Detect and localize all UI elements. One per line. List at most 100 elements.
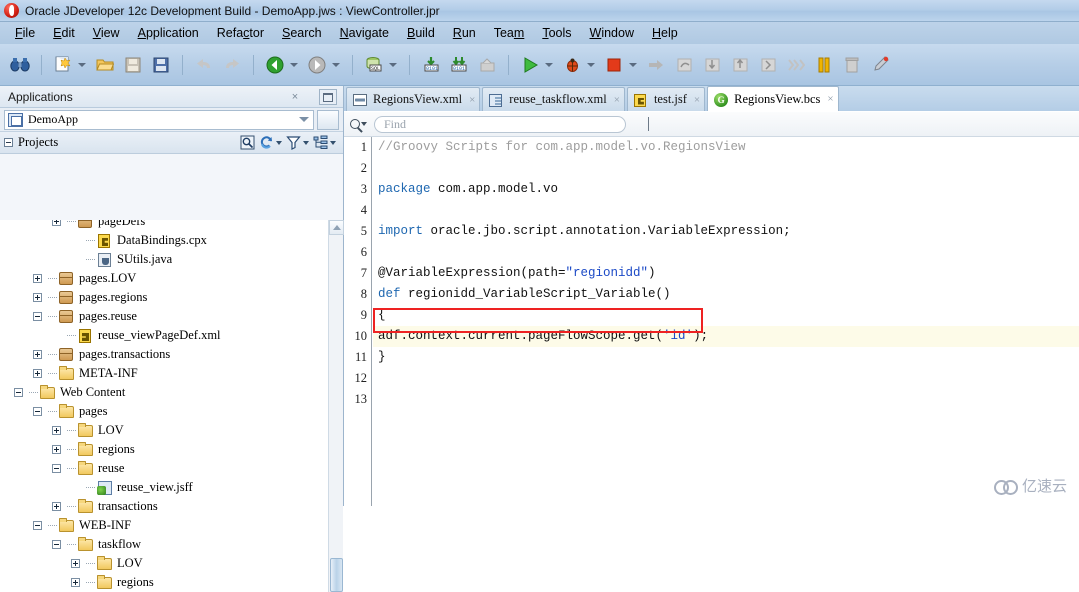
tree-item[interactable]: pages.regions <box>0 288 328 307</box>
save-all-icon[interactable] <box>150 54 172 76</box>
hierarchy-dropdown-icon[interactable] <box>329 134 337 151</box>
code-line[interactable]: { <box>373 305 1079 326</box>
collapse-icon[interactable] <box>52 464 61 473</box>
code-line[interactable]: import oracle.jbo.script.annotation.Vari… <box>373 221 1079 242</box>
search-projects-icon[interactable] <box>239 134 256 151</box>
tree-scrollbar[interactable] <box>328 220 344 592</box>
code-editor[interactable]: 1 2 3 4 5 6 7 8 9 10 11 12 13 //Groovy Scripts for c… <box>344 137 1079 506</box>
search-binoculars-icon[interactable] <box>9 54 31 76</box>
minimize-icon[interactable] <box>319 89 337 105</box>
tree-item[interactable]: regions <box>0 440 328 459</box>
new-file-icon[interactable] <box>52 54 74 76</box>
menu-item-window[interactable]: Window <box>581 24 643 42</box>
editor-tab-regionsview-xml[interactable]: RegionsView.xml × <box>346 87 481 111</box>
menu-item-tools[interactable]: Tools <box>533 24 580 42</box>
tree-item[interactable]: LOV <box>0 554 328 573</box>
save-icon[interactable] <box>122 54 144 76</box>
search-input[interactable]: Find <box>374 115 626 133</box>
collapse-icon[interactable] <box>33 407 42 416</box>
expand-icon[interactable] <box>52 445 61 454</box>
open-folder-icon[interactable] <box>94 54 116 76</box>
expand-icon[interactable] <box>52 426 61 435</box>
editor-tab-reuse-taskflow-xml[interactable]: reuse_taskflow.xml × <box>482 87 625 111</box>
pause-icon[interactable] <box>813 54 835 76</box>
menu-item-view[interactable]: View <box>84 24 129 42</box>
tree-item[interactable]: Web Content <box>0 383 328 402</box>
tree-item[interactable]: DataBindings.cpx <box>0 231 328 250</box>
code-line[interactable] <box>373 389 1079 410</box>
expand-icon[interactable] <box>52 502 61 511</box>
debug-dropdown-icon[interactable] <box>586 54 595 76</box>
collapse-icon[interactable] <box>33 312 42 321</box>
editor-tab-test-jsf[interactable]: test.jsf × <box>626 87 706 111</box>
expand-icon[interactable] <box>33 274 42 283</box>
tree-item[interactable]: transactions <box>0 497 328 516</box>
search-icon[interactable] <box>350 115 374 134</box>
close-icon[interactable]: × <box>694 94 700 106</box>
tree-item[interactable]: SUtils.java <box>0 250 328 269</box>
code-line[interactable] <box>373 200 1079 221</box>
tree-item[interactable]: WEB-INF <box>0 516 328 535</box>
navigate-forward-dropdown-icon[interactable] <box>331 54 340 76</box>
collapse-icon[interactable] <box>14 388 23 397</box>
show-hierarchy-icon[interactable] <box>312 134 329 151</box>
new-file-dropdown-icon[interactable] <box>77 54 86 76</box>
expand-icon[interactable] <box>33 350 42 359</box>
tree-item[interactable]: reuse <box>0 459 328 478</box>
projects-header[interactable]: Projects <box>0 132 343 154</box>
menu-item-application[interactable]: Application <box>129 24 208 42</box>
panel-menu-icon[interactable] <box>317 109 339 130</box>
code-lines[interactable]: //Groovy Scripts for com.app.model.vo.Re… <box>373 137 1079 506</box>
collapse-icon[interactable] <box>4 138 13 147</box>
filter-dropdown-icon[interactable] <box>302 134 310 151</box>
collapse-icon[interactable] <box>33 521 42 530</box>
tree-item[interactable]: regions <box>0 573 328 592</box>
tree-item[interactable]: META-INF <box>0 364 328 383</box>
menu-item-team[interactable]: Team <box>485 24 534 42</box>
refresh-icon[interactable] <box>258 134 275 151</box>
menu-item-search[interactable]: Search <box>273 24 331 42</box>
scroll-up-icon[interactable] <box>329 220 344 235</box>
close-icon[interactable]: × <box>287 89 303 105</box>
stop-dropdown-icon[interactable] <box>628 54 637 76</box>
code-line[interactable]: } <box>373 347 1079 368</box>
expand-icon[interactable] <box>52 220 61 226</box>
code-line[interactable] <box>373 242 1079 263</box>
menu-item-help[interactable]: Help <box>643 24 687 42</box>
close-icon[interactable]: × <box>614 94 620 106</box>
tree-item[interactable]: pages.transactions <box>0 345 328 364</box>
navigate-forward-icon[interactable] <box>306 54 328 76</box>
scroll-thumb[interactable] <box>330 558 343 592</box>
menu-item-navigate[interactable]: Navigate <box>331 24 398 42</box>
menu-item-file[interactable]: File <box>6 24 44 42</box>
chevron-down-icon[interactable] <box>299 116 309 122</box>
sql-worksheet-icon[interactable]: SQL <box>363 54 385 76</box>
rebuild-icon[interactable]: 0101 <box>448 54 470 76</box>
code-line[interactable] <box>373 158 1079 179</box>
debug-icon[interactable] <box>561 54 583 76</box>
application-combo[interactable]: DemoApp <box>4 109 314 130</box>
tree-item[interactable]: taskflow <box>0 535 328 554</box>
editor-tab-regionsview-bcs[interactable]: RegionsView.bcs × <box>707 86 839 111</box>
code-line[interactable]: adf.context.current.pageFlowScope.get('i… <box>373 326 1079 347</box>
refresh-dropdown-icon[interactable] <box>275 134 283 151</box>
stop-icon[interactable] <box>603 54 625 76</box>
run-dropdown-icon[interactable] <box>544 54 553 76</box>
expand-icon[interactable] <box>71 559 80 568</box>
tree-item[interactable]: pageDefs <box>0 220 328 231</box>
code-line[interactable]: //Groovy Scripts for com.app.model.vo.Re… <box>373 137 1079 158</box>
expand-icon[interactable] <box>33 369 42 378</box>
menu-item-edit[interactable]: Edit <box>44 24 84 42</box>
menu-item-refactor[interactable]: Refactor <box>208 24 273 42</box>
code-line[interactable]: package com.app.model.vo <box>373 179 1079 200</box>
profiler-icon[interactable] <box>869 54 891 76</box>
project-tree[interactable]: pageDefs DataBindings.cpx SUtils.java pages… <box>0 220 328 592</box>
make-icon[interactable]: 0101 <box>420 54 442 76</box>
filter-icon[interactable] <box>285 134 302 151</box>
run-icon[interactable] <box>519 54 541 76</box>
tree-item[interactable]: pages.LOV <box>0 269 328 288</box>
menu-item-build[interactable]: Build <box>398 24 444 42</box>
navigate-back-dropdown-icon[interactable] <box>289 54 298 76</box>
sql-worksheet-dropdown-icon[interactable] <box>388 54 397 76</box>
collapse-icon[interactable] <box>52 540 61 549</box>
